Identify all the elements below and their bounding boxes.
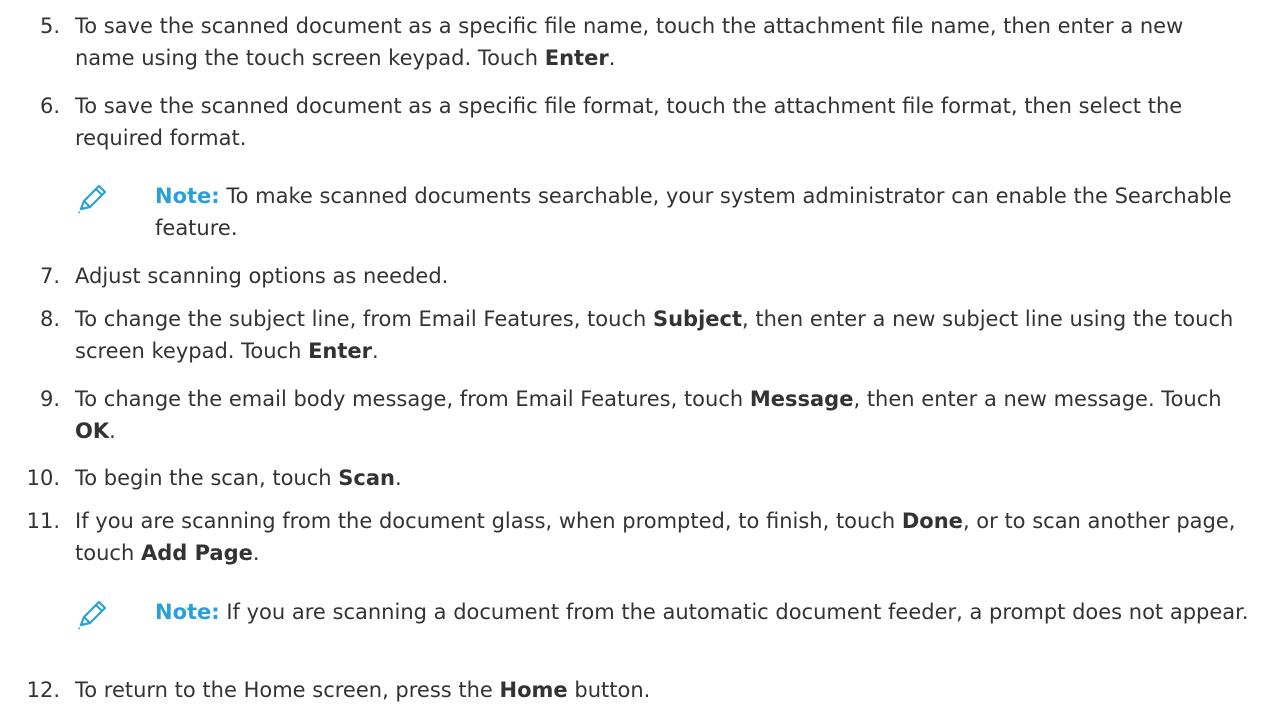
note-body: To make scanned documents searchable, yo… xyxy=(155,184,1232,240)
ui-term: OK xyxy=(75,419,110,443)
step-text-segment: Adjust scanning options as needed. xyxy=(75,264,449,288)
step-text: To return to the Home screen, press the … xyxy=(75,674,1245,706)
ui-term: Message xyxy=(749,387,854,411)
step-text-segment: To begin the scan, touch xyxy=(75,466,339,490)
step-text: If you are scanning from the document gl… xyxy=(75,505,1245,569)
note-label: Note: xyxy=(155,600,220,624)
step-text-segment: To save the scanned document as a specif… xyxy=(75,94,1183,150)
note-label: Note: xyxy=(155,184,220,208)
note-body: If you are scanning a document from the … xyxy=(219,600,1249,624)
step-text: Adjust scanning options as needed. xyxy=(75,260,1245,292)
step-text-segment: . xyxy=(394,466,402,490)
step-text-segment: . xyxy=(252,541,260,565)
ui-term: Add Page xyxy=(140,541,253,565)
step-number: 12. xyxy=(26,678,60,702)
note-text: Note: If you are scanning a document fro… xyxy=(155,596,1255,628)
ui-term: Enter xyxy=(544,46,609,70)
step-number: 7. xyxy=(39,264,60,288)
ui-term: Done xyxy=(901,509,963,533)
step-text: To change the subject line, from Email F… xyxy=(75,303,1245,367)
pencil-icon xyxy=(78,184,107,214)
step-text-segment: , then enter a new message. Touch xyxy=(853,387,1222,411)
step-text-segment: . xyxy=(372,339,379,363)
ui-term: Scan xyxy=(338,466,395,490)
step-number: 10. xyxy=(26,466,60,490)
step-number: 6. xyxy=(39,94,60,118)
step-text-segment: . xyxy=(608,46,616,70)
ui-term: Enter xyxy=(308,339,373,363)
step-text-segment: . xyxy=(109,419,116,443)
step-number: 8. xyxy=(39,307,60,331)
pencil-icon xyxy=(78,600,107,630)
step-number: 9. xyxy=(39,387,60,411)
step-number: 11. xyxy=(26,509,60,533)
step-text-segment: To return to the Home screen, press the xyxy=(75,678,500,702)
ui-term: Subject xyxy=(652,307,743,331)
step-text-segment: If you are scanning from the document gl… xyxy=(75,509,902,533)
step-text-segment: To change the email body message, from E… xyxy=(75,387,750,411)
note-text: Note: To make scanned documents searchab… xyxy=(155,180,1255,244)
step-text: To save the scanned document as a specif… xyxy=(75,90,1245,154)
step-text-segment: To save the scanned document as a specif… xyxy=(75,14,1184,70)
step-text: To begin the scan, touch Scan. xyxy=(75,462,1245,494)
step-text: To change the email body message, from E… xyxy=(75,383,1245,447)
ui-term: Home xyxy=(499,678,568,702)
step-text-segment: button. xyxy=(567,678,651,702)
step-text-segment: To change the subject line, from Email F… xyxy=(75,307,653,331)
step-number: 5. xyxy=(39,14,60,38)
step-text: To save the scanned document as a specif… xyxy=(75,10,1245,74)
